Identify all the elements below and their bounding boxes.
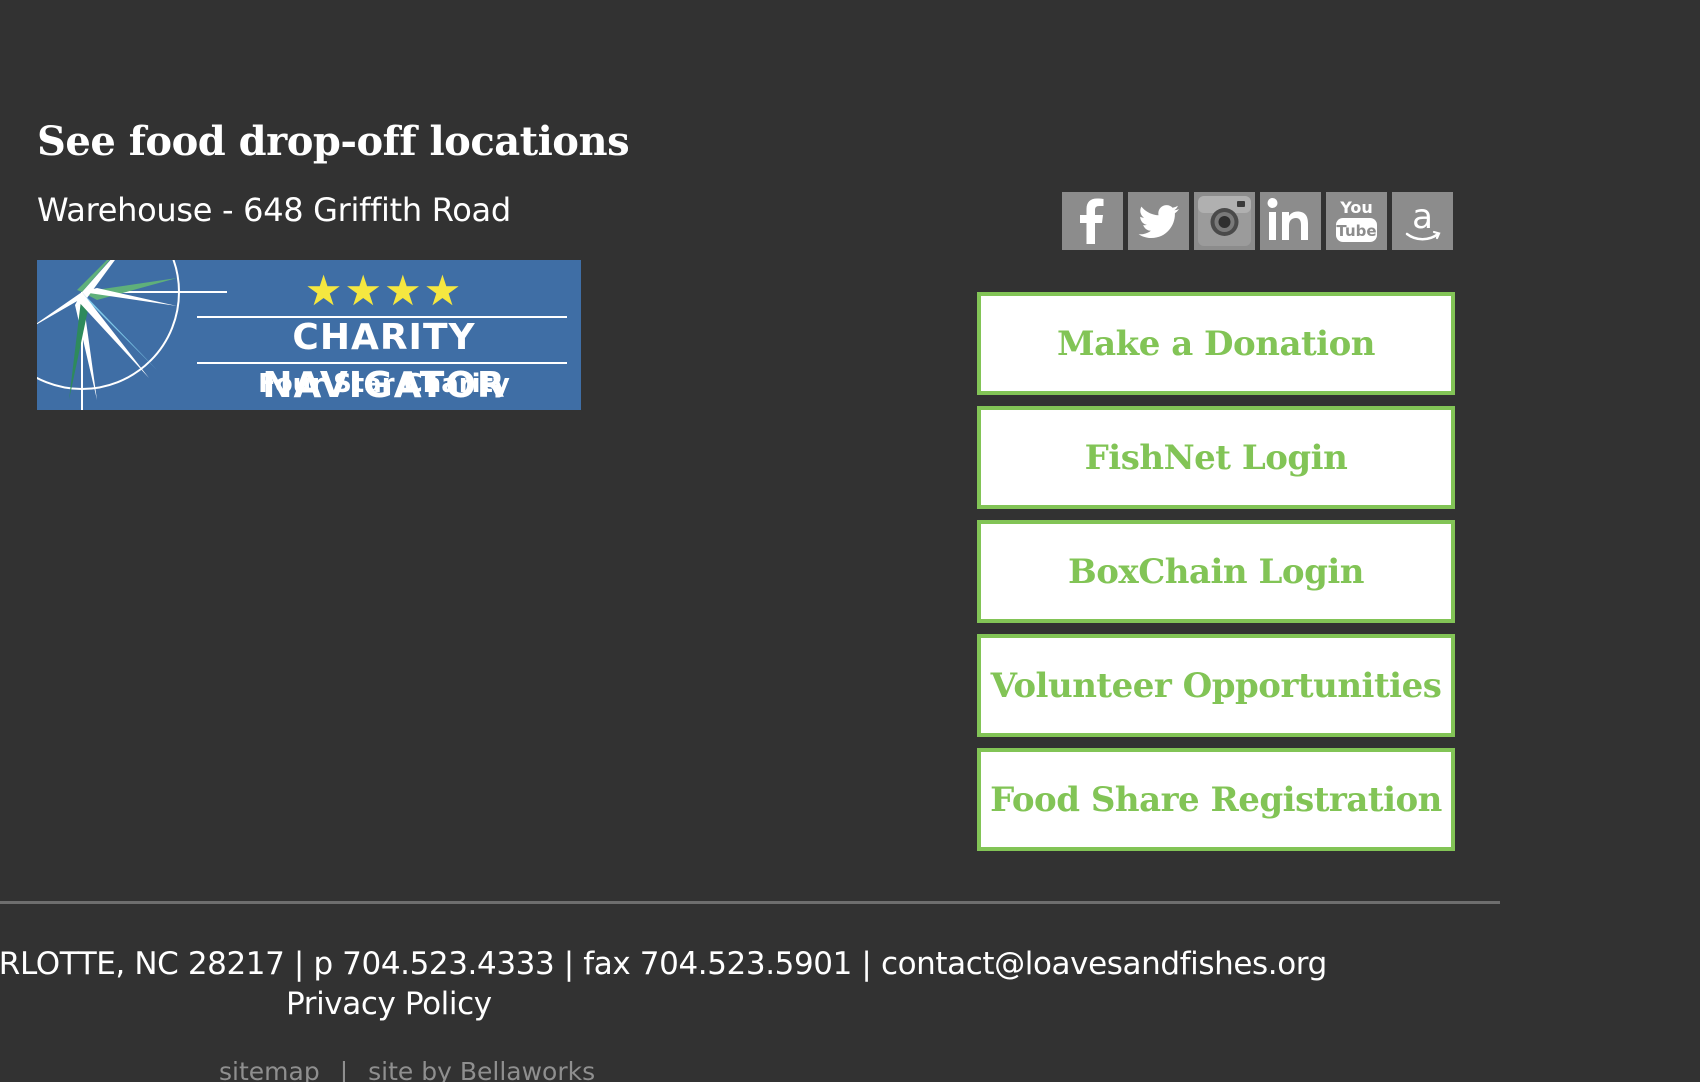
amazon-icon[interactable]: a bbox=[1392, 192, 1453, 250]
twitter-icon[interactable] bbox=[1128, 192, 1189, 250]
volunteer-opportunities-button[interactable]: Volunteer Opportunities bbox=[977, 634, 1455, 737]
sitemap-link[interactable]: sitemap bbox=[219, 1057, 320, 1082]
divider-line bbox=[197, 362, 567, 364]
social-links: You Tube a bbox=[1062, 192, 1453, 250]
warehouse-address: Warehouse - 648 Griffith Road bbox=[37, 191, 511, 229]
fishnet-login-button[interactable]: FishNet Login bbox=[977, 406, 1455, 509]
charity-navigator-subtitle: Four Star Charity bbox=[258, 369, 510, 399]
instagram-icon[interactable] bbox=[1194, 192, 1255, 250]
boxchain-login-button[interactable]: BoxChain Login bbox=[977, 520, 1455, 623]
make-donation-button[interactable]: Make a Donation bbox=[977, 292, 1455, 395]
footer-contact: ARLOTTE, NC 28217 | p 704.523.4333 | fax… bbox=[0, 946, 1700, 990]
youtube-label-bottom: Tube bbox=[1336, 222, 1376, 240]
footer-fax: fax 704.523.5901 bbox=[583, 946, 852, 982]
email-link[interactable]: contact@loavesandfishes.org bbox=[881, 946, 1327, 982]
bottom-links: sitemap | site by Bellaworks bbox=[219, 1057, 595, 1082]
footer-separator: | bbox=[293, 946, 304, 982]
privacy-policy-link[interactable]: Privacy Policy bbox=[286, 986, 492, 1022]
footer-separator: | bbox=[861, 946, 872, 982]
footer-separator: | bbox=[563, 946, 574, 982]
footer-location: ARLOTTE, NC 28217 bbox=[0, 946, 285, 982]
facebook-icon[interactable] bbox=[1062, 192, 1123, 250]
amazon-label: a bbox=[1412, 197, 1433, 237]
action-buttons: Make a Donation FishNet Login BoxChain L… bbox=[977, 292, 1455, 862]
rating-stars: ★★★★ bbox=[304, 266, 464, 315]
youtube-icon[interactable]: You Tube bbox=[1326, 192, 1387, 250]
footer-phone: p 704.523.4333 bbox=[313, 946, 555, 982]
bottom-separator: | bbox=[339, 1057, 349, 1082]
site-by-link[interactable]: site by Bellaworks bbox=[368, 1057, 595, 1082]
footer-divider bbox=[0, 901, 1500, 904]
youtube-label-top: You bbox=[1339, 198, 1373, 217]
linkedin-icon[interactable] bbox=[1260, 192, 1321, 250]
charity-navigator-badge[interactable]: ★★★★ CHARITY NAVIGATOR Four Star Charity bbox=[37, 260, 581, 410]
food-share-registration-button[interactable]: Food Share Registration bbox=[977, 748, 1455, 851]
drop-off-title[interactable]: See food drop-off locations bbox=[37, 118, 630, 165]
